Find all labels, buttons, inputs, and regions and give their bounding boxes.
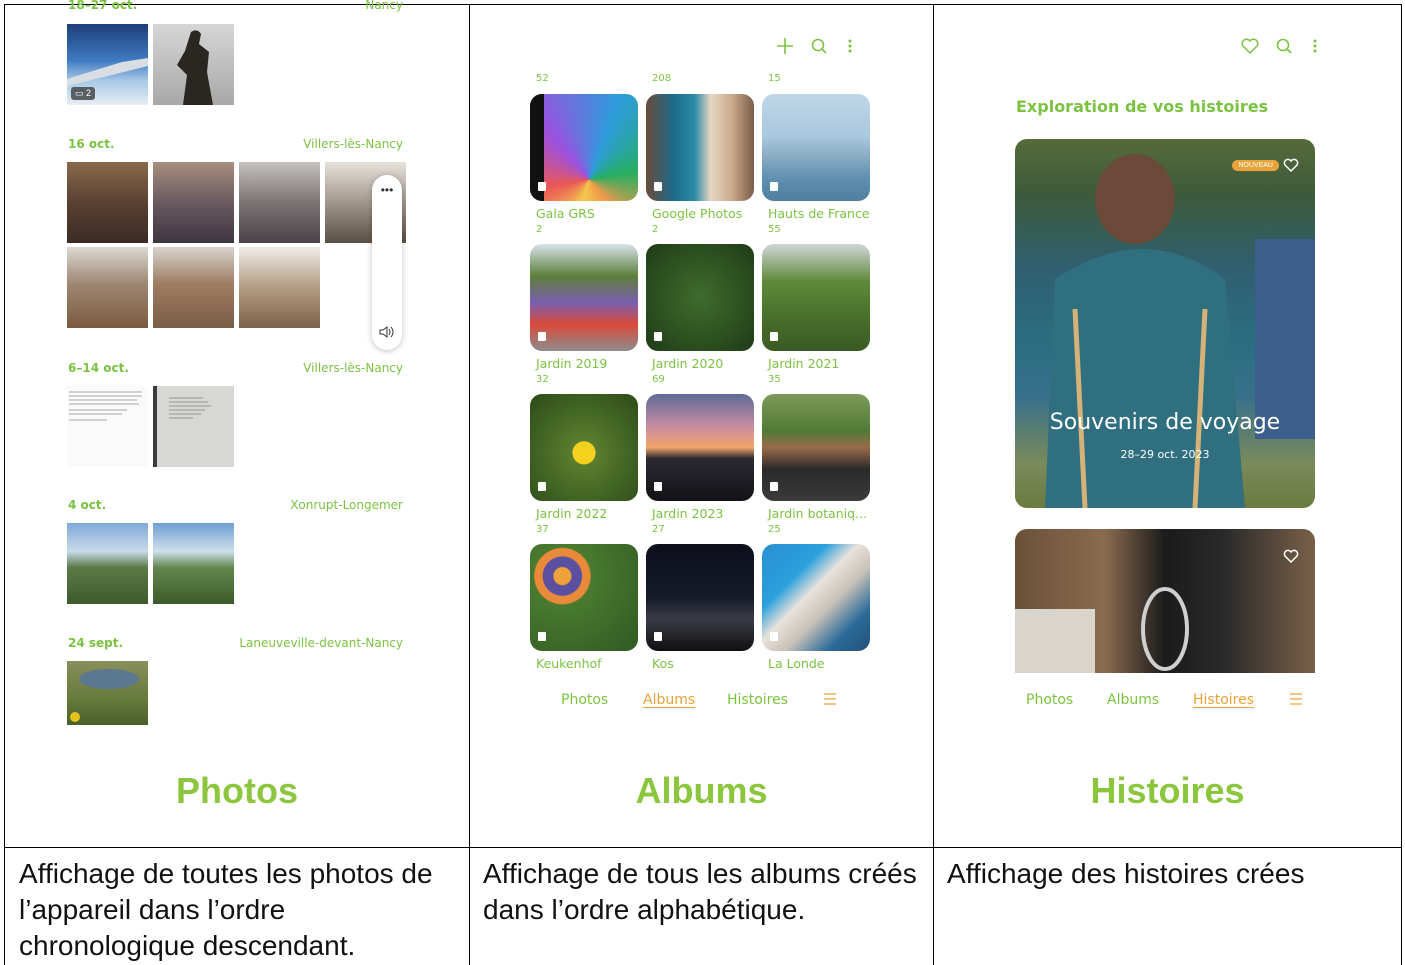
tab-albums[interactable]: Albums <box>643 692 695 708</box>
column-caption: Histoires <box>1090 770 1245 811</box>
album-name[interactable]: Google Photos <box>652 206 742 221</box>
photo-thumbnail[interactable] <box>239 247 320 328</box>
column-description: Affichage de tous les albums créés dans … <box>483 858 917 925</box>
table-border-left <box>4 4 5 965</box>
album-name[interactable]: Jardin 2020 <box>652 356 723 371</box>
album-count: 25 <box>768 524 781 535</box>
table-divider-2 <box>933 4 934 965</box>
album-count: 2 <box>652 224 659 235</box>
album-count: 35 <box>768 374 781 385</box>
album-cover[interactable] <box>762 394 870 501</box>
album-count: 15 <box>768 73 781 84</box>
album-name[interactable]: Kos <box>652 656 674 671</box>
photo-thumbnail[interactable] <box>67 661 148 725</box>
search-icon[interactable] <box>1276 38 1292 59</box>
column-description: Affichage de toutes les photos de l’appa… <box>19 858 433 961</box>
album-cover[interactable] <box>530 94 638 201</box>
group-date: 16 oct. <box>68 137 115 151</box>
group-date: 24 sept. <box>68 636 124 650</box>
column-caption: Photos <box>176 770 298 811</box>
album-name[interactable]: Jardin 2023 <box>652 506 723 521</box>
album-name[interactable]: La Londe <box>768 656 825 671</box>
group-location: Villers-lès-Nancy <box>303 361 403 375</box>
favorite-icon[interactable] <box>1283 549 1299 568</box>
table-row-divider <box>4 847 1402 848</box>
album-count: 2 <box>536 224 543 235</box>
tab-photos[interactable]: Photos <box>561 692 608 708</box>
story-card[interactable] <box>1015 529 1315 673</box>
more-options-icon[interactable] <box>1313 39 1317 58</box>
group-date: 18–27 oct. <box>68 0 138 12</box>
album-cover[interactable] <box>762 94 870 201</box>
group-location: Villers-lès-Nancy <box>303 137 403 151</box>
group-location: Laneuveville-devant-Nancy <box>239 636 403 650</box>
table-border-top <box>4 4 1402 5</box>
album-cover[interactable] <box>530 394 638 501</box>
menu-icon[interactable] <box>823 692 837 711</box>
album-count: 52 <box>536 73 549 84</box>
new-badge: NOUVEAU <box>1232 160 1279 171</box>
tab-histoires[interactable]: Histoires <box>1193 692 1254 708</box>
album-count: 69 <box>652 374 665 385</box>
album-cover[interactable] <box>762 544 870 651</box>
album-count: 208 <box>652 73 672 84</box>
menu-icon[interactable] <box>1289 692 1303 711</box>
stack-icon: ▭ <box>75 88 87 98</box>
multi-photo-badge: ▭ 2 <box>71 87 96 100</box>
story-dates: 28–29 oct. 2023 <box>1120 448 1210 461</box>
add-icon[interactable] <box>776 37 794 60</box>
column-caption: Albums <box>635 770 768 811</box>
album-name[interactable]: Keukenhof <box>536 656 602 671</box>
photo-thumbnail[interactable] <box>153 162 234 243</box>
album-count: 32 <box>536 374 549 385</box>
album-count: 27 <box>652 524 665 535</box>
photo-thumbnail[interactable] <box>67 247 148 328</box>
speaker-icon[interactable] <box>379 325 395 344</box>
album-cover[interactable] <box>762 244 870 351</box>
album-name[interactable]: Jardin botaniq... <box>768 506 867 521</box>
column-description: Affichage des histoires crées <box>947 858 1305 889</box>
group-date: 4 oct. <box>68 498 107 512</box>
photo-thumbnail[interactable] <box>67 523 148 604</box>
album-cover[interactable] <box>530 244 638 351</box>
more-options-icon[interactable] <box>848 39 852 58</box>
favorite-icon[interactable] <box>1241 38 1259 59</box>
favorite-icon[interactable] <box>1283 158 1299 177</box>
album-cover[interactable] <box>646 244 754 351</box>
album-cover[interactable] <box>646 394 754 501</box>
photo-thumbnail[interactable] <box>67 162 148 243</box>
photo-thumbnail[interactable] <box>153 24 234 105</box>
story-title: Souvenirs de voyage <box>1049 410 1281 435</box>
photo-thumbnail[interactable] <box>239 162 320 243</box>
search-icon[interactable] <box>811 38 827 59</box>
volume-overlay[interactable]: ••• <box>372 175 402 350</box>
photo-thumbnail[interactable]: ▭ 2 <box>67 24 148 105</box>
table-border-right <box>1401 4 1402 965</box>
document-photo-thumbnail[interactable] <box>153 386 234 467</box>
photo-thumbnail[interactable] <box>153 247 234 328</box>
album-count: 37 <box>536 524 549 535</box>
story-card[interactable]: NOUVEAU Souvenirs de voyage 28–29 oct. 2… <box>1015 139 1315 508</box>
album-cover[interactable] <box>646 544 754 651</box>
group-date: 6–14 oct. <box>68 361 129 375</box>
group-location: Nancy <box>365 0 403 12</box>
album-name[interactable]: Jardin 2021 <box>768 356 839 371</box>
document-photo-thumbnail[interactable] <box>67 386 148 467</box>
album-cover[interactable] <box>646 94 754 201</box>
album-name[interactable]: Jardin 2019 <box>536 356 607 371</box>
album-count: 55 <box>768 224 781 235</box>
album-name[interactable]: Hauts de France <box>768 206 870 221</box>
tab-photos[interactable]: Photos <box>1026 692 1073 708</box>
tab-histoires[interactable]: Histoires <box>727 692 788 708</box>
stories-heading: Exploration de vos histoires <box>1016 97 1269 116</box>
tab-albums[interactable]: Albums <box>1107 692 1159 708</box>
photo-thumbnail[interactable] <box>153 523 234 604</box>
album-name[interactable]: Gala GRS <box>536 206 595 221</box>
album-name[interactable]: Jardin 2022 <box>536 506 607 521</box>
more-options-icon[interactable]: ••• <box>372 183 402 197</box>
table-divider-1 <box>469 4 470 965</box>
group-location: Xonrupt-Longemer <box>290 498 403 512</box>
album-cover[interactable] <box>530 544 638 651</box>
